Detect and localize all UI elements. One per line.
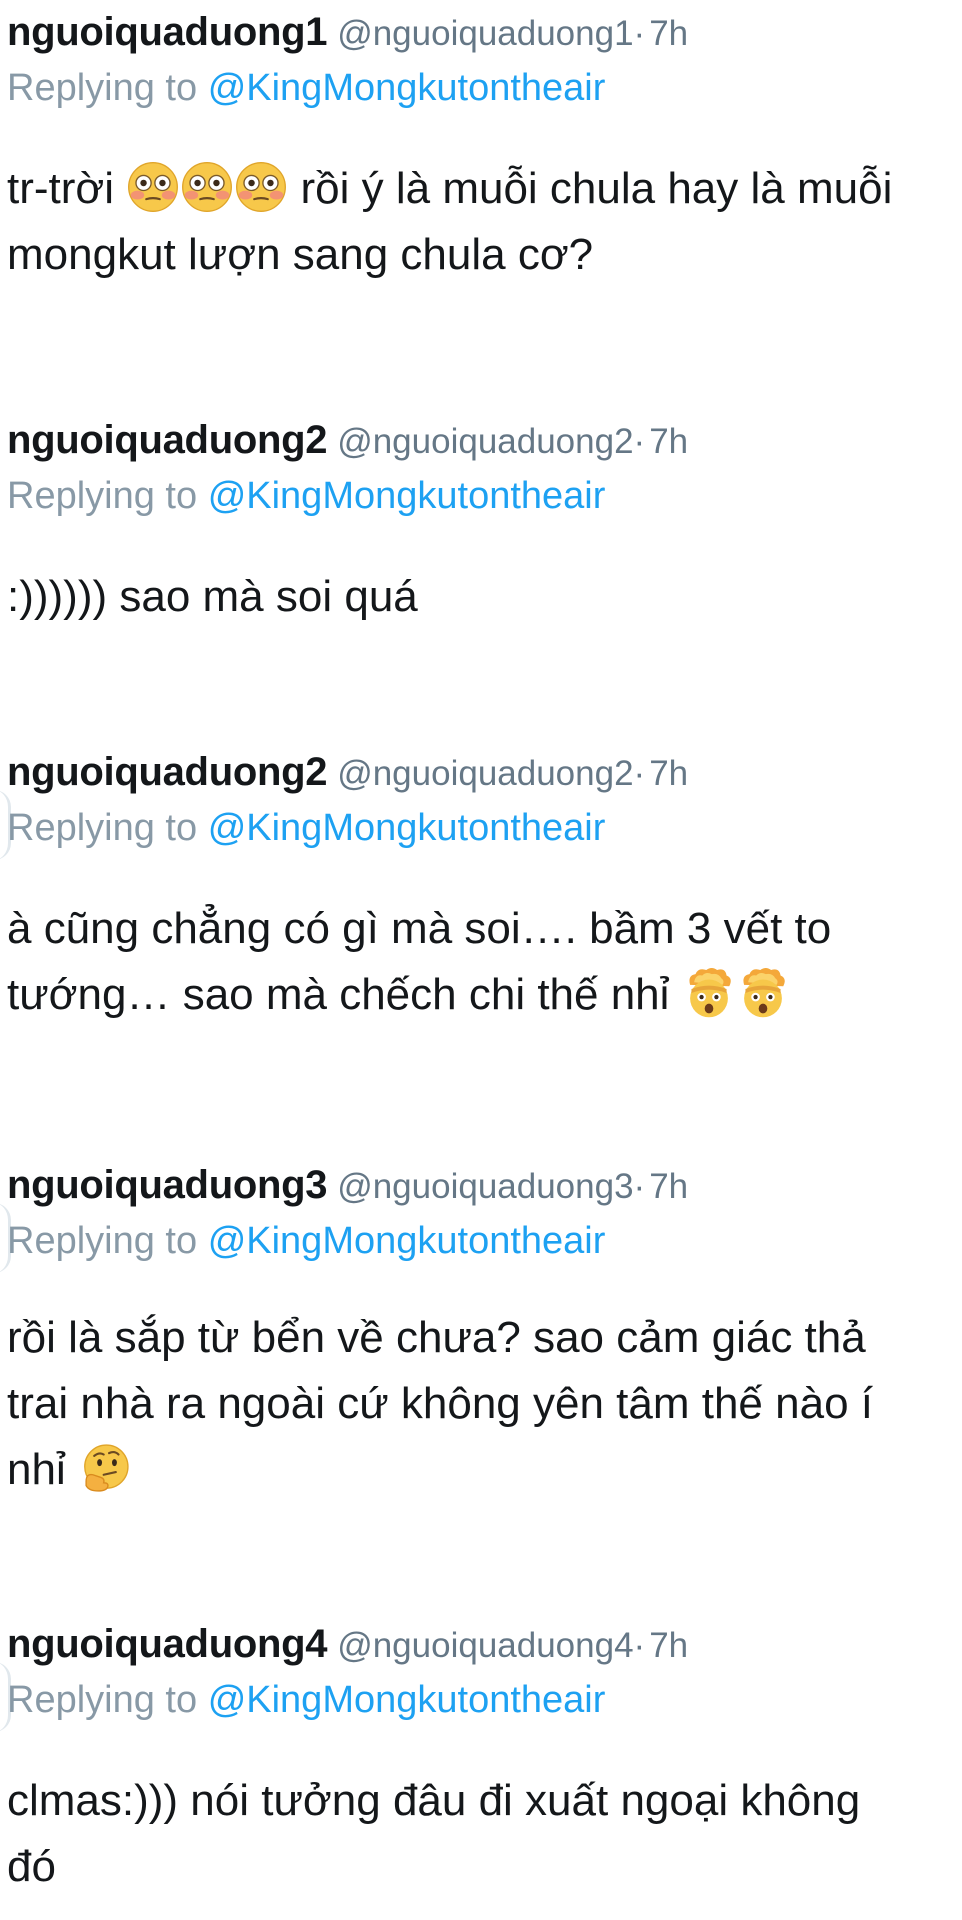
tweet-reply[interactable]: nguoiquaduong1 @nguoiquaduong1· 7h Replyin… — [0, 10, 962, 279]
tweet-header: nguoiquaduong2 @nguoiquaduong2· 7h — [7, 418, 688, 471]
separator-dot: · — [633, 754, 646, 793]
user-handle[interactable]: @nguoiquaduong4 — [337, 1626, 633, 1665]
timestamp[interactable]: 7h — [649, 754, 688, 793]
tweet-text-part: :)))))) sao mà soi quá — [7, 572, 418, 621]
mention-link[interactable]: @KingMongkutontheair — [208, 1679, 606, 1721]
replying-to: Replying to @KingMongkutontheair — [7, 1219, 605, 1263]
replying-to: Replying to @KingMongkutontheair — [7, 474, 605, 518]
timestamp[interactable]: 7h — [649, 14, 688, 53]
timestamp[interactable]: 7h — [649, 422, 688, 461]
mention-link[interactable]: @KingMongkutontheair — [208, 67, 606, 109]
tweet-header: nguoiquaduong4 @nguoiquaduong4· 7h — [7, 1622, 688, 1675]
separator-dot: · — [633, 14, 646, 53]
separator-dot: · — [633, 422, 646, 461]
flushed-face-icon — [126, 160, 180, 214]
replying-to-label: Replying to — [7, 67, 198, 109]
tweet-reply[interactable]: nguoiquaduong3 @nguoiquaduong3· 7h Replyin… — [0, 1163, 962, 1523]
mention-link[interactable]: @KingMongkutontheair — [208, 475, 606, 517]
replying-to-label: Replying to — [7, 807, 198, 849]
thinking-face-icon — [78, 1441, 132, 1495]
replying-to-label: Replying to — [7, 1220, 198, 1262]
exploding-head-icon — [682, 966, 736, 1020]
tweet-header: nguoiquaduong3 @nguoiquaduong3· 7h — [7, 1163, 688, 1216]
replying-to: Replying to @KingMongkutontheair — [7, 1678, 605, 1722]
display-name[interactable]: nguoiquaduong1 — [7, 10, 327, 54]
display-name[interactable]: nguoiquaduong2 — [7, 418, 327, 462]
tweet-reply[interactable]: nguoiquaduong2 @nguoiquaduong2· 7h Replyin… — [0, 750, 962, 1050]
display-name[interactable]: nguoiquaduong2 — [7, 750, 327, 794]
replying-to: Replying to @KingMongkutontheair — [7, 66, 605, 110]
display-name[interactable]: nguoiquaduong3 — [7, 1163, 327, 1207]
replying-to-label: Replying to — [7, 475, 198, 517]
tweet-text: :)))))) sao mà soi quá — [7, 564, 952, 630]
tweet-header: nguoiquaduong2 @nguoiquaduong2· 7h — [7, 750, 688, 803]
tweet-text-part: clmas:))) nói tưởng đâu đi xuất ngoại kh… — [7, 1776, 861, 1891]
tweet-text: tr-trời rồi ý là muỗi chula hay là muỗi … — [7, 156, 952, 288]
timestamp[interactable]: 7h — [649, 1626, 688, 1665]
exploding-head-icon — [736, 966, 790, 1020]
timestamp[interactable]: 7h — [649, 1167, 688, 1206]
tweet-reply[interactable]: nguoiquaduong4 @nguoiquaduong4· 7h Replyin… — [0, 1622, 962, 1920]
tweet-text: à cũng chẳng có gì mà soi…. bầm 3 vết to… — [7, 896, 952, 1028]
tweet-text-part: tr-trời — [7, 164, 115, 213]
mention-link[interactable]: @KingMongkutontheair — [208, 807, 606, 849]
tweet-header: nguoiquaduong1 @nguoiquaduong1· 7h — [7, 10, 688, 63]
mention-link[interactable]: @KingMongkutontheair — [208, 1220, 606, 1262]
user-handle[interactable]: @nguoiquaduong3 — [337, 1167, 633, 1206]
user-handle[interactable]: @nguoiquaduong2 — [337, 754, 633, 793]
separator-dot: · — [633, 1167, 646, 1206]
replying-to-label: Replying to — [7, 1679, 198, 1721]
replying-to: Replying to @KingMongkutontheair — [7, 806, 605, 850]
tweet-text: rồi là sắp từ bển về chưa? sao cảm giác … — [7, 1305, 907, 1503]
separator-dot: · — [633, 1626, 646, 1665]
user-handle[interactable]: @nguoiquaduong1 — [337, 14, 633, 53]
flushed-face-icon — [234, 160, 288, 214]
display-name[interactable]: nguoiquaduong4 — [7, 1622, 327, 1666]
user-handle[interactable]: @nguoiquaduong2 — [337, 422, 633, 461]
flushed-face-icon — [180, 160, 234, 214]
tweet-text: clmas:))) nói tưởng đâu đi xuất ngoại kh… — [7, 1768, 907, 1900]
tweet-text-part: rồi là sắp từ bển về chưa? sao cảm giác … — [7, 1313, 873, 1494]
tweet-reply[interactable]: nguoiquaduong2 @nguoiquaduong2· 7h Replyin… — [0, 418, 962, 621]
